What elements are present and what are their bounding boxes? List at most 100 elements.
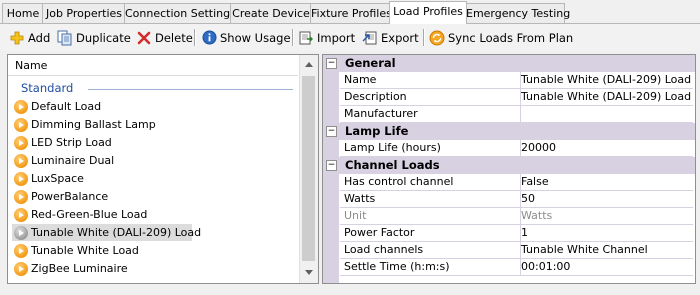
orange-play-icon <box>14 207 28 222</box>
property-row-load-channels[interactable]: Load channels Tunable White Channel <box>323 242 695 259</box>
add-button[interactable]: Add <box>9 27 50 48</box>
orange-play-icon <box>14 99 28 114</box>
scrollbar-thumb[interactable] <box>302 76 315 261</box>
property-row-watts[interactable]: Watts 50 <box>323 191 695 208</box>
property-row-power-factor[interactable]: Power Factor 1 <box>323 225 695 242</box>
category-title: General <box>345 56 396 70</box>
category-general[interactable]: − General <box>323 55 695 72</box>
toolbar-separator <box>194 29 196 46</box>
export-label: Export <box>381 30 419 45</box>
property-value[interactable]: Tunable White (DALI-209) Load <box>517 72 693 89</box>
load-profiles-list: Name Standard Default Load Dimming Balla… <box>7 54 319 284</box>
property-name: Watts <box>340 191 521 208</box>
tab-home[interactable]: Home <box>2 3 44 23</box>
property-row-manufacturer[interactable]: Manufacturer <box>323 106 695 123</box>
property-grid: − General Name Tunable White (DALI-209) … <box>322 54 696 284</box>
property-name: Load channels <box>340 242 521 259</box>
sync-icon <box>429 30 445 46</box>
orange-play-icon <box>14 135 28 150</box>
category-channel-loads[interactable]: − Channel Loads <box>323 157 695 174</box>
orange-play-icon <box>14 117 28 132</box>
scroll-up-arrow-icon[interactable] <box>300 56 318 73</box>
list-item[interactable]: ZigBee Luminaire <box>12 260 294 277</box>
tab-bar: Home Job Properties Connection Settings … <box>0 0 700 24</box>
list-item-label: Luminaire Dual <box>31 154 115 167</box>
tab-job-properties[interactable]: Job Properties <box>42 3 126 23</box>
list-item[interactable]: Dimming Ballast Lamp <box>12 116 294 133</box>
import-icon <box>298 30 314 46</box>
list-item-label: Tunable White (DALI-209) Load <box>31 226 202 239</box>
property-name: Power Factor <box>340 225 521 242</box>
property-name: Manufacturer <box>340 106 521 123</box>
sync-loads-button[interactable]: Sync Loads From Plan <box>429 27 573 48</box>
property-name: Settle Time (h:m:s) <box>340 259 521 276</box>
delete-button[interactable]: Delete <box>136 27 193 48</box>
duplicate-button[interactable]: Duplicate <box>57 27 131 48</box>
orange-play-icon <box>14 189 28 204</box>
list-item-label: Dimming Ballast Lamp <box>31 118 156 131</box>
add-icon <box>9 30 25 46</box>
load-profiles-window: Home Job Properties Connection Settings … <box>0 0 700 295</box>
property-name: Lamp Life (hours) <box>340 140 521 157</box>
property-row-lamp-life-hours[interactable]: Lamp Life (hours) 20000 <box>323 140 695 157</box>
list-item-label: PowerBalance <box>31 190 109 203</box>
list-item-label: Tunable White Load <box>31 244 139 257</box>
list-item[interactable]: LuxSpace <box>12 170 294 187</box>
tab-emergency-testing[interactable]: Emergency Testing <box>465 3 570 23</box>
property-value[interactable]: Tunable White Channel <box>517 242 693 259</box>
orange-play-icon <box>14 153 28 168</box>
property-name: Has control channel <box>340 174 521 191</box>
collapse-icon[interactable]: − <box>326 160 337 171</box>
property-value: Watts <box>517 208 693 225</box>
list-item-selected[interactable]: Tunable White (DALI-209) Load <box>12 224 201 241</box>
vertical-scrollbar[interactable] <box>299 55 318 283</box>
tab-connection-settings[interactable]: Connection Settings <box>124 3 236 23</box>
property-row-settle-time[interactable]: Settle Time (h:m:s) 00:01:00 <box>323 259 695 276</box>
property-value[interactable]: 00:01:00 <box>517 259 693 276</box>
category-title: Channel Loads <box>345 158 440 172</box>
list-item[interactable]: Default Load <box>12 98 294 115</box>
list-item-label: LED Strip Load <box>31 136 112 149</box>
property-value[interactable]: 20000 <box>517 140 693 157</box>
show-usage-button[interactable]: Show Usage <box>201 27 291 48</box>
list-item[interactable]: LED Strip Load <box>12 134 294 151</box>
property-value[interactable]: 1 <box>517 225 693 242</box>
add-label: Add <box>28 30 51 45</box>
list-item-label: Red-Green-Blue Load <box>31 208 148 221</box>
tab-create-device[interactable]: Create Device <box>230 3 312 23</box>
property-value[interactable] <box>517 106 693 123</box>
export-icon <box>362 30 378 46</box>
duplicate-label: Duplicate <box>76 30 131 45</box>
list-item[interactable]: Red-Green-Blue Load <box>12 206 294 223</box>
toolbar-separator <box>292 29 294 46</box>
property-value[interactable]: Tunable White (DALI-209) Load <box>517 89 693 106</box>
collapse-icon[interactable]: − <box>326 126 337 137</box>
orange-play-icon <box>14 243 28 258</box>
property-row-has-control-channel[interactable]: Has control channel False <box>323 174 695 191</box>
info-icon <box>201 30 217 46</box>
list-item[interactable]: Luminaire Dual <box>12 152 294 169</box>
property-name: Name <box>340 72 521 89</box>
group-label-standard: Standard <box>21 81 74 95</box>
category-lamp-life[interactable]: − Lamp Life <box>323 123 695 140</box>
property-value[interactable]: 50 <box>517 191 693 208</box>
collapse-icon[interactable]: − <box>326 58 337 69</box>
tab-load-profiles[interactable]: Load Profiles <box>389 1 467 24</box>
property-row-description[interactable]: Description Tunable White (DALI-209) Loa… <box>323 89 695 106</box>
property-row-unit: Unit Watts <box>323 208 695 225</box>
list-item-label: ZigBee Luminaire <box>31 262 128 275</box>
scroll-down-arrow-icon[interactable] <box>300 264 318 281</box>
gray-play-icon <box>14 225 28 240</box>
list-item[interactable]: Tunable White Load <box>12 242 294 259</box>
show-usage-label: Show Usage <box>220 30 291 45</box>
list-item-label: LuxSpace <box>31 172 84 185</box>
list-column-header[interactable]: Name <box>8 55 298 76</box>
property-row-name[interactable]: Name Tunable White (DALI-209) Load <box>323 72 695 89</box>
toolbar: Add Duplicate Delete Show Usage Import E… <box>0 24 700 51</box>
export-button[interactable]: Export <box>362 27 419 48</box>
group-divider <box>88 89 293 90</box>
list-item[interactable]: PowerBalance <box>12 188 294 205</box>
tab-fixture-profiles[interactable]: Fixture Profiles <box>310 3 392 23</box>
import-button[interactable]: Import <box>298 27 355 48</box>
property-value[interactable]: False <box>517 174 693 191</box>
